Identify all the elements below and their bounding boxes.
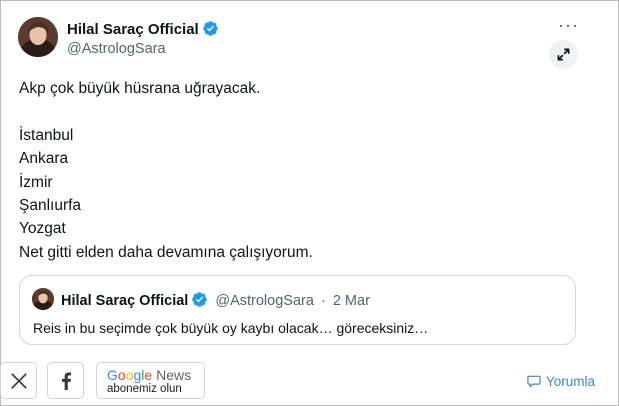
expand-icon bbox=[557, 48, 570, 61]
news-word: News bbox=[156, 367, 192, 383]
google-news-logo: Google News bbox=[107, 367, 191, 383]
share-toolbar: Google News abonemiz olun Yorumla bbox=[0, 352, 619, 406]
google-letter: G bbox=[107, 367, 118, 383]
expand-button[interactable] bbox=[549, 40, 578, 69]
quoted-tweet[interactable]: Hilal Saraç Official @AstrologSara · 2 M… bbox=[19, 275, 576, 345]
avatar[interactable] bbox=[18, 17, 58, 57]
quote-separator: · bbox=[320, 293, 326, 309]
tweet-text: Akp çok büyük hüsrana uğrayacak. İstanbu… bbox=[19, 77, 313, 264]
quote-avatar bbox=[32, 288, 54, 310]
facebook-icon bbox=[61, 371, 71, 390]
quote-author-name: Hilal Saraç Official bbox=[61, 293, 189, 309]
verified-badge-icon bbox=[192, 292, 208, 307]
tweet-line: İzmir bbox=[19, 173, 53, 191]
author-name[interactable]: Hilal Saraç Official bbox=[67, 20, 219, 38]
author-handle[interactable]: @AstrologSara bbox=[67, 41, 166, 57]
quote-text: Reis in bu seçimde çok büyük oy kaybı ol… bbox=[33, 320, 429, 336]
google-news-subscribe-button[interactable]: Google News abonemiz olun bbox=[96, 362, 205, 399]
quote-header: Hilal Saraç Official @AstrologSara · 2 M… bbox=[61, 291, 370, 309]
tweet-line: Net gitti elden daha devamına çalışıyoru… bbox=[19, 243, 313, 261]
google-letter: o bbox=[117, 367, 126, 383]
verified-badge-icon bbox=[202, 21, 218, 36]
quote-author-handle: @AstrologSara bbox=[215, 293, 314, 309]
subscribe-label: abonemiz olun bbox=[107, 383, 182, 395]
comment-icon bbox=[527, 375, 541, 388]
tweet-line: Akp çok büyük hüsrana uğrayacak. bbox=[19, 80, 261, 97]
tweet-line: Yozgat bbox=[19, 220, 66, 238]
tweet-line: Ankara bbox=[19, 150, 69, 168]
comment-label: Yorumla bbox=[546, 374, 596, 389]
tweet-line: İstanbul bbox=[19, 126, 74, 144]
more-icon[interactable]: ··· bbox=[558, 16, 579, 34]
google-letter: e bbox=[144, 367, 153, 383]
comment-link[interactable]: Yorumla bbox=[527, 374, 595, 389]
share-facebook-button[interactable] bbox=[47, 362, 84, 399]
tweet-line: Şanlıurfa bbox=[19, 197, 82, 215]
embedded-tweet: Hilal Saraç Official @AstrologSara ··· A… bbox=[0, 0, 600, 352]
x-logo-icon bbox=[10, 372, 27, 389]
quote-date: 2 Mar bbox=[332, 293, 370, 309]
share-x-button[interactable] bbox=[0, 362, 37, 399]
